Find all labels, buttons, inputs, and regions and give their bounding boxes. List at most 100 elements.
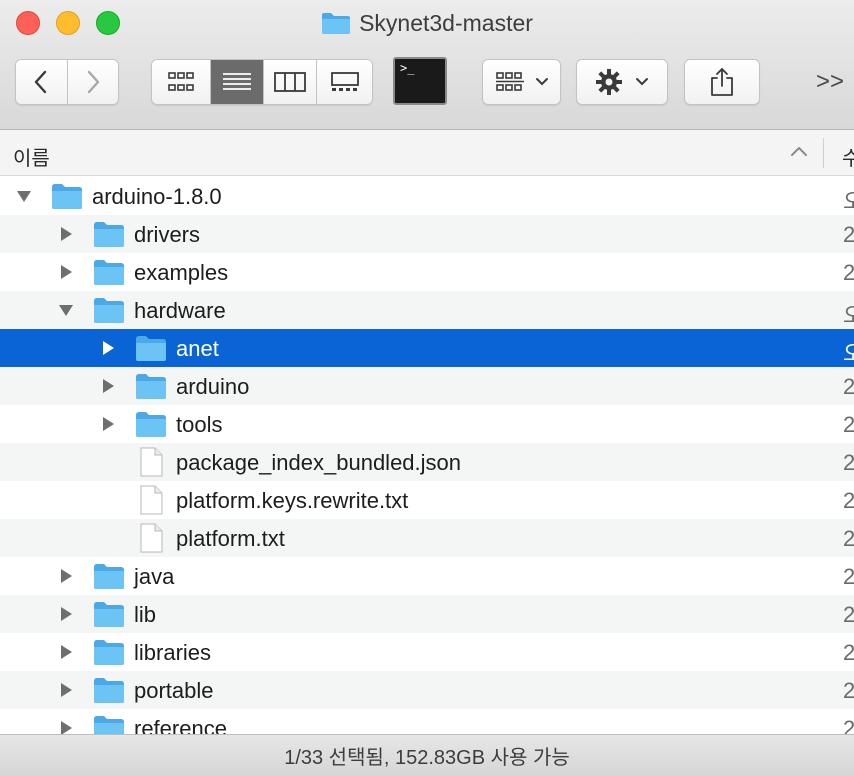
item-date-modified: 2 — [843, 564, 854, 589]
file-list: arduino-1.8.0 오 drivers 2 examples 2 hardware 오… — [0, 177, 854, 734]
folder-icon — [93, 599, 125, 629]
status-bar: 1/33 선택됨, 152.83GB 사용 가능 — [0, 734, 854, 776]
gear-icon — [596, 69, 622, 95]
item-name: java — [134, 564, 175, 589]
item-name: portable — [134, 678, 214, 703]
folder-icon — [135, 409, 167, 439]
item-date-modified: 2 — [843, 716, 854, 734]
item-date-modified: 2 — [843, 640, 854, 665]
folder-icon — [135, 371, 167, 401]
icon-view-icon — [168, 72, 194, 91]
disclosure-collapsed-icon[interactable] — [100, 416, 116, 432]
folder-row[interactable]: java 2 — [0, 557, 854, 595]
column-divider[interactable] — [823, 138, 824, 168]
folder-row[interactable]: lib 2 — [0, 595, 854, 633]
column-view-icon — [274, 72, 306, 92]
disclosure-collapsed-icon[interactable] — [58, 606, 74, 622]
disclosure-collapsed-icon[interactable] — [58, 226, 74, 242]
terminal-prompt: >_ — [400, 61, 415, 75]
item-date-modified: 2 — [843, 526, 854, 551]
folder-icon — [93, 219, 125, 249]
item-date-modified: 2 — [843, 488, 854, 513]
item-name: platform.keys.rewrite.txt — [176, 488, 409, 513]
sort-ascending-icon[interactable] — [789, 142, 809, 162]
folder-row[interactable]: portable 2 — [0, 671, 854, 709]
disclosure-collapsed-icon[interactable] — [100, 378, 116, 394]
group-by-icon — [495, 72, 524, 91]
window-titlebar: Skynet3d-master >_ >> — [0, 0, 854, 130]
chevron-right-icon — [87, 70, 99, 94]
icon-view-button[interactable] — [152, 60, 211, 104]
item-date-modified: 오 — [843, 189, 854, 214]
forward-button[interactable] — [67, 60, 118, 104]
share-icon — [711, 68, 733, 96]
item-name: reference — [134, 716, 227, 734]
folder-icon — [321, 11, 351, 35]
share-button[interactable] — [684, 59, 760, 105]
item-name: arduino-1.8.0 — [92, 184, 222, 209]
disclosure-collapsed-icon[interactable] — [58, 720, 74, 734]
disclosure-collapsed-icon[interactable] — [58, 644, 74, 660]
folder-icon — [93, 561, 125, 591]
back-button[interactable] — [16, 60, 68, 104]
folder-icon — [93, 675, 125, 705]
file-row[interactable]: package_index_bundled.json 2 — [0, 443, 854, 481]
file-row[interactable]: platform.keys.rewrite.txt 2 — [0, 481, 854, 519]
folder-row[interactable]: examples 2 — [0, 253, 854, 291]
item-name: arduino — [176, 374, 250, 399]
item-date-modified: 2 — [843, 602, 854, 627]
disclosure-collapsed-icon[interactable] — [100, 340, 116, 356]
disclosure-collapsed-icon[interactable] — [58, 682, 74, 698]
list-view-icon — [223, 73, 251, 90]
folder-row[interactable]: reference 2 — [0, 709, 854, 734]
chevron-left-icon — [35, 70, 47, 94]
item-name: tools — [176, 412, 223, 437]
folder-icon — [51, 181, 83, 211]
action-menu-button[interactable] — [576, 59, 668, 105]
folder-icon — [93, 713, 125, 734]
toolbar-overflow-button[interactable]: >> — [814, 66, 846, 98]
folder-icon — [93, 257, 125, 287]
window-title-text: Skynet3d-master — [359, 9, 533, 36]
file-row[interactable]: platform.txt 2 — [0, 519, 854, 557]
gallery-view-icon — [330, 72, 359, 91]
folder-row[interactable]: tools 2 — [0, 405, 854, 443]
item-name: hardware — [134, 298, 226, 323]
disclosure-collapsed-icon[interactable] — [58, 264, 74, 280]
item-date-modified: 2 — [843, 412, 854, 437]
disclosure-expanded-icon[interactable] — [58, 302, 74, 318]
folder-row[interactable]: arduino-1.8.0 오 — [0, 177, 854, 215]
column-view-button[interactable] — [264, 60, 317, 104]
folder-row[interactable]: hardware 오 — [0, 291, 854, 329]
group-by-button[interactable] — [482, 59, 561, 105]
disclosure-expanded-icon[interactable] — [16, 188, 32, 204]
chevron-down-icon — [535, 78, 548, 86]
item-name: anet — [176, 336, 219, 361]
item-name: platform.txt — [176, 526, 285, 551]
name-column-header[interactable]: 이름 — [13, 142, 50, 171]
date-column-header[interactable]: 수 — [842, 142, 854, 171]
item-date-modified: 2 — [843, 222, 854, 247]
item-name: drivers — [134, 222, 201, 247]
disclosure-collapsed-icon[interactable] — [58, 568, 74, 584]
gallery-view-button[interactable] — [317, 60, 372, 104]
status-text: 1/33 선택됨, 152.83GB 사용 가능 — [284, 747, 570, 769]
list-view-button[interactable] — [211, 60, 264, 104]
folder-row[interactable]: anet 오 — [0, 329, 854, 367]
chevron-down-icon — [636, 78, 648, 86]
list-column-header: 이름 수 — [0, 130, 854, 176]
history-nav — [15, 59, 119, 105]
item-name: lib — [134, 602, 157, 627]
item-date-modified: 오 — [843, 341, 854, 366]
folder-row[interactable]: libraries 2 — [0, 633, 854, 671]
overflow-chevrons-icon: >> — [815, 68, 845, 95]
document-icon — [135, 447, 167, 477]
item-name: package_index_bundled.json — [176, 450, 462, 475]
folder-icon — [93, 637, 125, 667]
folder-row[interactable]: arduino 2 — [0, 367, 854, 405]
folder-row[interactable]: drivers 2 — [0, 215, 854, 253]
window-title: Skynet3d-master — [0, 7, 854, 39]
open-terminal-button[interactable]: >_ — [393, 57, 447, 105]
item-date-modified: 오 — [843, 303, 854, 328]
folder-icon — [93, 295, 125, 325]
